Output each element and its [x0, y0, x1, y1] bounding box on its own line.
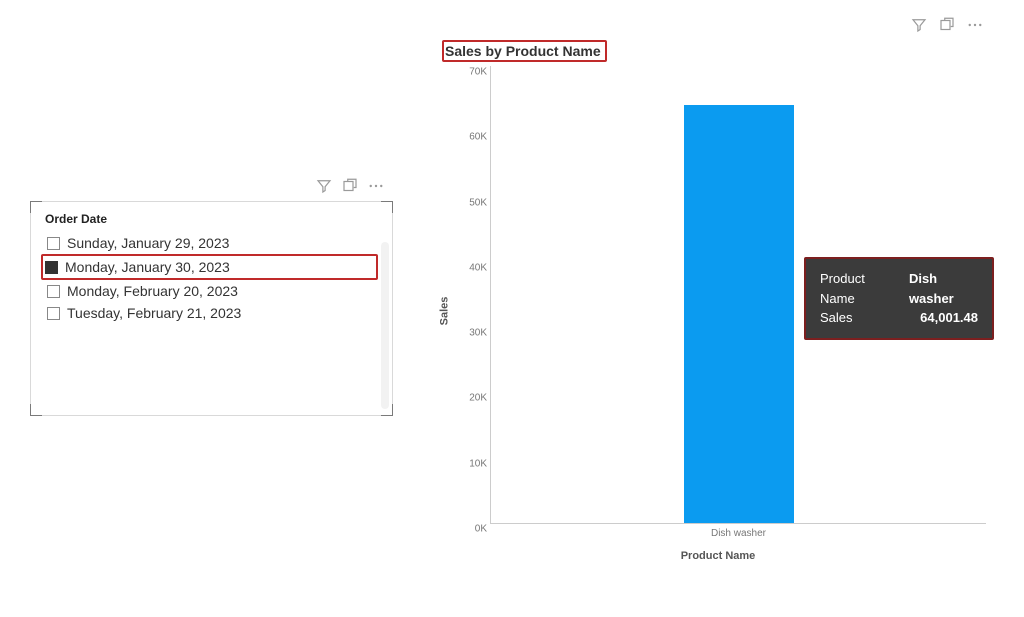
y-tick-label: 20K — [457, 393, 487, 404]
x-axis-label: Product Name — [442, 550, 994, 562]
checkbox-unchecked[interactable] — [47, 237, 60, 250]
resize-handle-tl[interactable] — [30, 201, 42, 213]
focus-mode-icon[interactable] — [341, 177, 359, 195]
bar[interactable] — [684, 105, 794, 523]
chart-tooltip: Product Name Dish washer Sales 64,001.48 — [804, 257, 994, 340]
chart-title: Sales by Product Name — [442, 40, 607, 62]
y-tick-label: 10K — [457, 458, 487, 469]
slicer-title: Order Date — [45, 212, 378, 226]
y-tick-label: 70K — [457, 67, 487, 78]
y-tick-label: 50K — [457, 197, 487, 208]
resize-handle-bl[interactable] — [30, 404, 42, 416]
tooltip-key: Sales — [820, 308, 853, 328]
scrollbar[interactable] — [381, 242, 389, 409]
slicer-item-2[interactable]: Monday, February 20, 2023 — [45, 280, 378, 302]
slicer-panel: Order Date Sunday, January 29, 2023 Mond… — [30, 201, 393, 416]
chart-area: Sales Product Name 0K 10K 20K 30K 40K 50K 60K 7… — [442, 62, 994, 560]
slicer-item-label: Monday, January 30, 2023 — [65, 259, 230, 275]
slicer-item-1[interactable]: Monday, January 30, 2023 — [41, 254, 378, 280]
tooltip-value: 64,001.48 — [920, 308, 978, 328]
resize-handle-tr[interactable] — [381, 201, 393, 213]
chart-toolbar — [910, 16, 984, 39]
filter-icon[interactable] — [910, 16, 928, 39]
checkbox-checked[interactable] — [45, 261, 58, 274]
y-tick-label: 60K — [457, 132, 487, 143]
y-tick-label: 0K — [457, 524, 487, 535]
tooltip-key: Product Name — [820, 269, 895, 308]
x-tick-label: Dish washer — [711, 528, 766, 539]
slicer-item-label: Tuesday, February 21, 2023 — [67, 305, 241, 321]
slicer-item-3[interactable]: Tuesday, February 21, 2023 — [45, 302, 378, 324]
y-axis-label: Sales — [438, 297, 450, 326]
slicer-item-label: Monday, February 20, 2023 — [67, 283, 238, 299]
more-options-icon[interactable] — [966, 16, 984, 39]
y-tick-label: 40K — [457, 262, 487, 273]
sales-by-product-chart: Sales by Product Name Sales Product Name… — [436, 20, 1004, 570]
y-tick-label: 30K — [457, 328, 487, 339]
filter-icon[interactable] — [315, 177, 333, 195]
order-date-slicer: Order Date Sunday, January 29, 2023 Mond… — [30, 201, 393, 416]
slicer-item-0[interactable]: Sunday, January 29, 2023 — [45, 232, 378, 254]
tooltip-value: Dish washer — [909, 269, 978, 308]
slicer-item-label: Sunday, January 29, 2023 — [67, 235, 229, 251]
checkbox-unchecked[interactable] — [47, 307, 60, 320]
more-options-icon[interactable] — [367, 177, 385, 195]
checkbox-unchecked[interactable] — [47, 285, 60, 298]
slicer-toolbar — [315, 177, 385, 195]
focus-mode-icon[interactable] — [938, 16, 956, 39]
